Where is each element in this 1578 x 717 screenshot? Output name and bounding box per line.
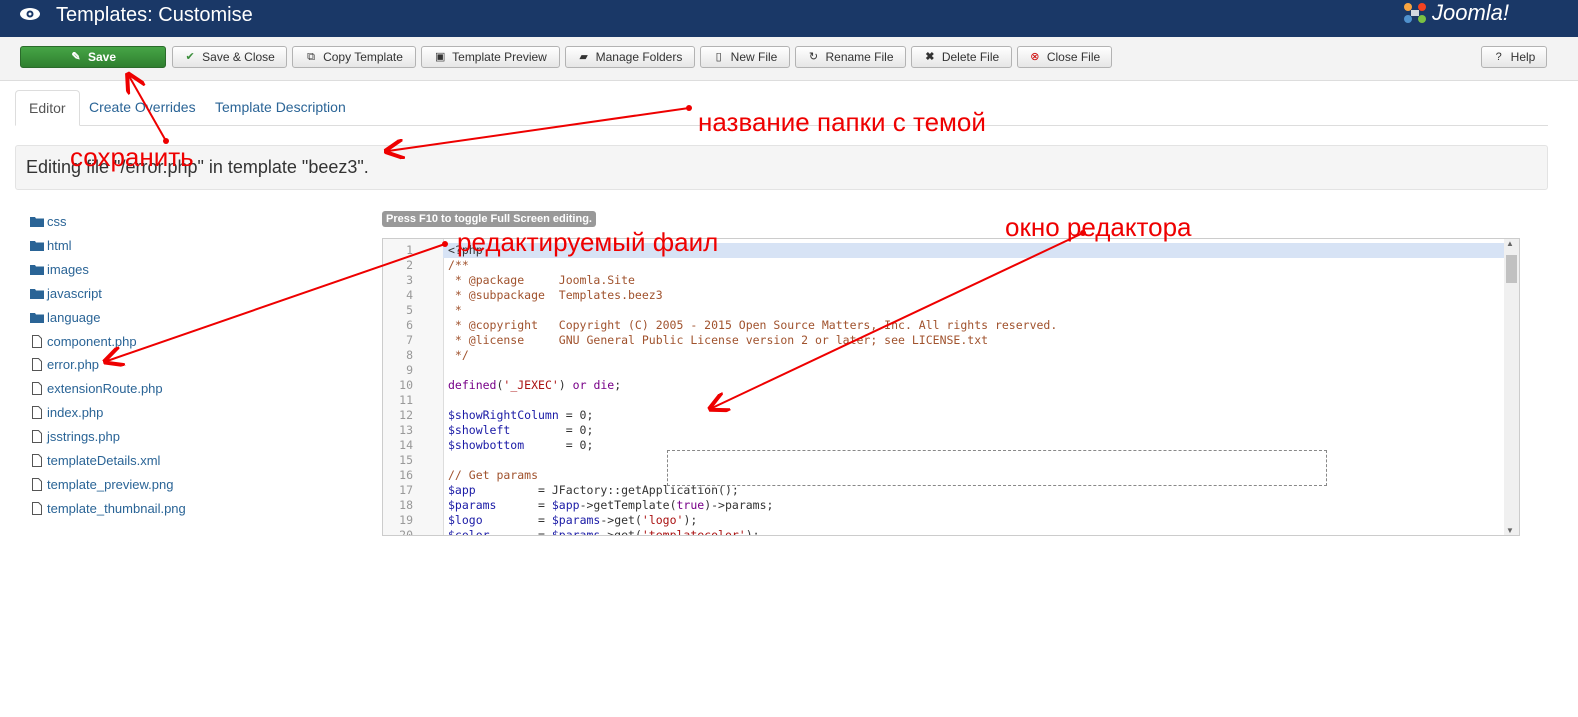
arrow-editor-window xyxy=(712,232,1084,408)
annotation-edited-file: редактируемый фаил xyxy=(457,227,719,257)
arrow-edited-file-dot xyxy=(442,241,448,247)
arrow-save xyxy=(129,76,167,142)
annotation-save: сохранить xyxy=(70,142,194,172)
arrow-edited-file xyxy=(107,243,446,361)
arrow-folder-name-dot xyxy=(686,105,692,111)
annotation-folder-name: название папки с темой xyxy=(698,107,986,137)
annotation-editor-window: окно редактора xyxy=(1005,212,1192,242)
arrow-folder-name xyxy=(388,107,690,151)
